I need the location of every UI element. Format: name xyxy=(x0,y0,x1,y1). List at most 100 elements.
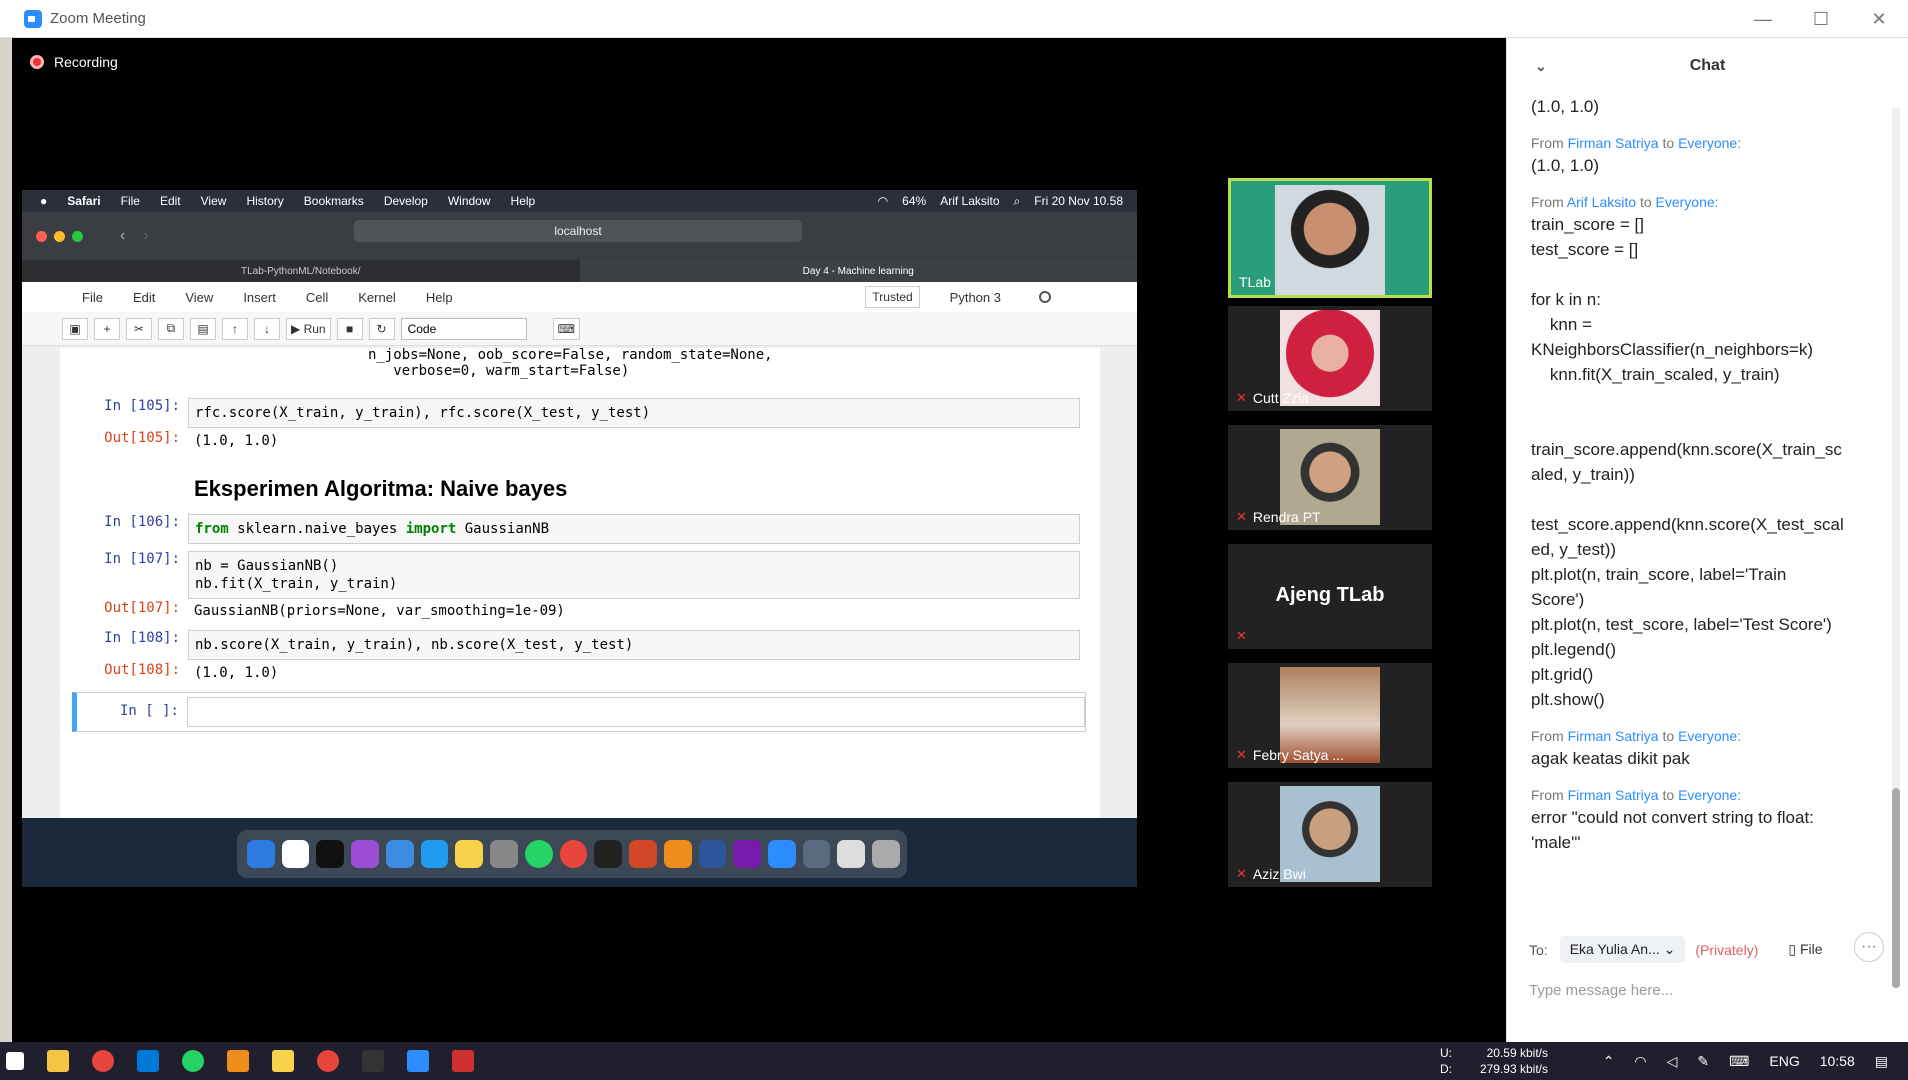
cell-107-in-label: In [107]: xyxy=(104,551,180,567)
recording-indicator[interactable]: Recording xyxy=(30,54,118,70)
jmenu-help: Help xyxy=(425,289,453,305)
recording-icon xyxy=(30,55,44,69)
chat-sender[interactable]: Firman Satriya xyxy=(1568,135,1659,151)
tab-notebook: TLab-PythonML/Notebook/ xyxy=(240,265,361,277)
cell-106-input: In [106]: from sklearn.naive_bayes impor… xyxy=(90,514,1080,544)
network-icon[interactable]: ◠ xyxy=(1634,1053,1646,1070)
participant-tile-ajeng-tlab[interactable]: Ajeng TLab ✕ xyxy=(1228,544,1432,649)
file-button[interactable]: ▯ File xyxy=(1788,941,1822,958)
notes-icon xyxy=(455,840,484,868)
sublime-icon[interactable] xyxy=(227,1050,249,1072)
mac-datetime: Fri 20 Nov 10.58 xyxy=(1034,193,1123,208)
mic-muted-icon: ✕ xyxy=(1236,747,1247,762)
chevron-down-icon: ⌄ xyxy=(1663,941,1676,957)
close-dot-icon xyxy=(36,230,47,242)
cell-108-output: Out[108]: (1.0, 1.0) xyxy=(90,662,1080,684)
cell-105-input: In [105]: rfc.score(X_train, y_train), r… xyxy=(90,398,1080,428)
appstore-icon xyxy=(420,840,449,868)
minimize-button[interactable]: — xyxy=(1734,0,1792,38)
chat-messages[interactable]: (1.0, 1.0) From Firman Satriya to Everyo… xyxy=(1531,94,1868,914)
keyboard-icon[interactable]: ⌨ xyxy=(1729,1053,1749,1070)
cell-108-code: nb.score(X_train, y_train), nb.score(X_t… xyxy=(188,630,1080,660)
close-button[interactable]: ✕ xyxy=(1850,0,1908,38)
run-button: ▶ Run xyxy=(286,317,331,340)
minimize-dot-icon xyxy=(54,230,65,242)
menu-develop: Develop xyxy=(383,194,428,208)
terminal-icon xyxy=(594,840,623,868)
network-speed: U: 20.59 kbit/s D: 279.93 kbit/s xyxy=(1440,1045,1548,1077)
import-name: GaussianNB xyxy=(456,521,550,537)
participant-name: Rendra PT xyxy=(1252,509,1321,525)
chat-sender[interactable]: Firman Satriya xyxy=(1568,787,1659,803)
chevron-up-icon[interactable]: ⌃ xyxy=(1603,1053,1615,1070)
battery-level: 64% xyxy=(902,193,927,208)
downloads-icon xyxy=(837,840,866,868)
menu-bookmarks: Bookmarks xyxy=(303,194,364,208)
copy-icon: ⧉ xyxy=(158,317,184,340)
language-indicator[interactable]: ENG xyxy=(1769,1053,1799,1069)
chat-sender[interactable]: Arif Laksito xyxy=(1567,194,1636,210)
cell-empty-input: In [ ]: xyxy=(72,692,1086,732)
powerpoint-icon xyxy=(629,840,657,868)
chat-message-text: train_score = [] test_score = [] for k i… xyxy=(1531,215,1844,709)
file-explorer-icon[interactable] xyxy=(47,1050,69,1072)
privately-label: (Privately) xyxy=(1695,941,1759,958)
jupyter-toolbar: ▣ + ✂ ⧉ ▤ ↑ ↓ ▶ Run ■ ↻ Code ⌨ xyxy=(22,312,1137,346)
zoom-taskbar-icon[interactable] xyxy=(407,1050,429,1072)
cell-105-output: Out[105]: (1.0, 1.0) xyxy=(90,430,1080,452)
cell-105-in-label: In [105]: xyxy=(104,398,180,414)
windows-taskbar: U: 20.59 kbit/s D: 279.93 kbit/s ⌃ ◠ ◁ ✎ ⌨… xyxy=(0,1042,1908,1080)
onenote-icon xyxy=(733,840,762,868)
cell-107-input: In [107]: nb = GaussianNB() nb.fit(X_tra… xyxy=(90,551,1080,599)
chat-message-input[interactable]: Type message here... xyxy=(1529,982,1879,999)
chat-message-text: (1.0, 1.0) xyxy=(1531,156,1600,175)
chat-message: From Firman Satriya to Everyone: agak ke… xyxy=(1531,726,1868,771)
terminal-icon[interactable] xyxy=(362,1050,384,1072)
screenshot-icon xyxy=(802,840,831,868)
podcasts-icon xyxy=(351,840,379,868)
chevron-down-icon[interactable]: ⌄ xyxy=(1535,58,1547,75)
to-label: To: xyxy=(1529,941,1548,958)
recipient-select[interactable]: Eka Yulia An... ⌄ xyxy=(1559,936,1686,963)
chat-recipient-row: To: Eka Yulia An... ⌄ (Privately) ▯ File xyxy=(1529,936,1823,963)
cell-108-in-label: In [108]: xyxy=(104,630,180,646)
participant-tile-cutt-zzia[interactable]: ✕ Cutt Zzia xyxy=(1228,306,1432,411)
pen-icon[interactable]: ✎ xyxy=(1697,1053,1709,1070)
save-icon: ▣ xyxy=(62,317,88,340)
safari-icon xyxy=(385,840,414,868)
participant-tile-tlab[interactable]: TLab xyxy=(1228,178,1432,298)
chrome-icon[interactable] xyxy=(92,1050,114,1072)
cell-105-out: (1.0, 1.0) xyxy=(194,433,279,449)
chrome-2-icon[interactable] xyxy=(317,1050,339,1072)
cell-107-out-label: Out[107]: xyxy=(104,600,180,616)
cell-105-code: rfc.score(X_train, y_train), rfc.score(X… xyxy=(188,398,1080,428)
menu-history: History xyxy=(246,194,284,208)
menu-view: View xyxy=(200,194,227,208)
mic-muted-icon: ✕ xyxy=(1236,866,1247,881)
tab-machine-learning: Day 4 - Machine learning xyxy=(579,260,1137,282)
whatsapp-icon[interactable] xyxy=(182,1050,204,1072)
chat-scrollbar-thumb[interactable] xyxy=(1892,788,1900,988)
maximize-button[interactable]: ☐ xyxy=(1792,0,1850,38)
windows-start-icon[interactable] xyxy=(6,1052,24,1070)
app-icon[interactable] xyxy=(452,1050,474,1072)
vscode-icon[interactable] xyxy=(137,1050,159,1072)
cell-type-select: Code xyxy=(400,317,527,340)
participant-name: Cutt Zzia xyxy=(1252,390,1309,406)
settings-icon xyxy=(490,840,518,868)
more-options-icon[interactable]: ··· xyxy=(1854,932,1884,962)
notifications-icon[interactable]: ▤ xyxy=(1875,1053,1888,1070)
chat-message: From Arif Laksito to Everyone: train_sco… xyxy=(1531,192,1868,712)
chat-scrollbar[interactable] xyxy=(1892,108,1900,988)
participant-tile-rendra-pt[interactable]: ✕ Rendra PT xyxy=(1228,425,1432,530)
trusted-badge: Trusted xyxy=(865,286,920,308)
participant-tile-febry-satya[interactable]: ✕ Febry Satya ... xyxy=(1228,663,1432,768)
chat-message: (1.0, 1.0) xyxy=(1531,94,1868,119)
paste-icon: ▤ xyxy=(190,317,216,340)
clock[interactable]: 10:58 xyxy=(1820,1053,1855,1069)
sticky-notes-icon[interactable] xyxy=(272,1050,294,1072)
jmenu-edit: Edit xyxy=(132,289,156,305)
participant-tile-aziz-bwi[interactable]: ✕ Aziz Bwi xyxy=(1228,782,1432,887)
chat-sender[interactable]: Firman Satriya xyxy=(1568,728,1659,744)
volume-icon[interactable]: ◁ xyxy=(1667,1053,1678,1070)
